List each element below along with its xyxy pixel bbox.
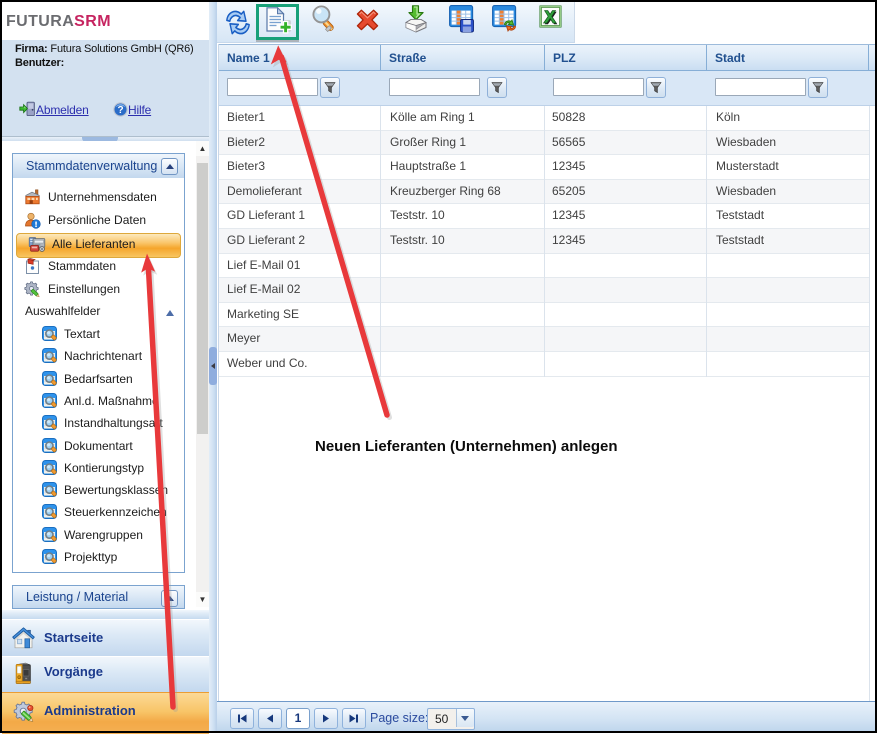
- svg-text:?: ?: [118, 105, 124, 116]
